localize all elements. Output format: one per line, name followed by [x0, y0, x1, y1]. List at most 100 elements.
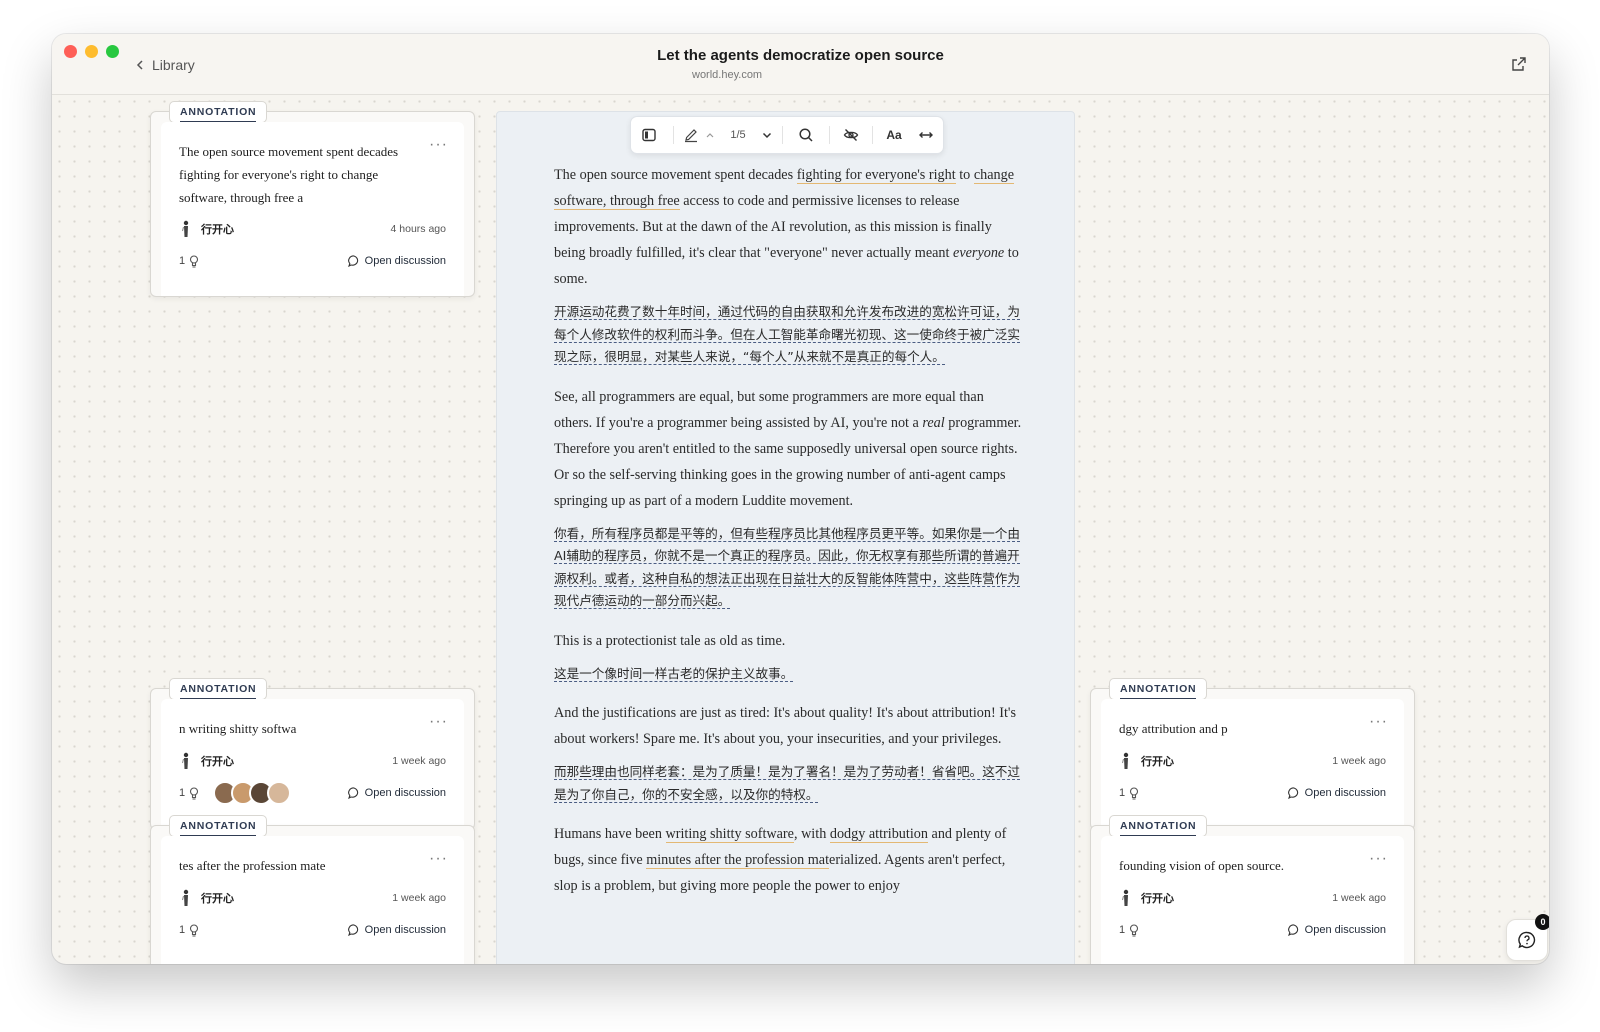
avatar: [1122, 889, 1129, 906]
annotation-card[interactable]: ANNOTATION founding vision of open sourc…: [1090, 815, 1415, 964]
article-paragraph: Humans have been writing shitty software…: [554, 821, 1024, 899]
lightbulb-icon[interactable]: [189, 254, 199, 268]
idea-count: 1: [179, 924, 186, 936]
lightbulb-icon[interactable]: [1129, 786, 1139, 800]
annotation-stats: 1 Open discussion: [179, 921, 446, 939]
translation-paragraph: 这是一个像时间一样古老的保护主义故事。: [554, 663, 1024, 686]
annotation-card[interactable]: ANNOTATION n writing shitty softwa ··· 行…: [150, 678, 475, 830]
idea-count: 1: [179, 255, 186, 267]
participant-avatars[interactable]: [213, 781, 292, 805]
open-discussion-button[interactable]: Open discussion: [347, 924, 446, 936]
help-button[interactable]: 0: [1506, 914, 1549, 961]
annotation-body: n writing shitty softwa ··· 行开心 1 week a…: [161, 699, 464, 829]
comment-icon: [347, 255, 358, 267]
highlighted-text[interactable]: minutes after the profession mat: [646, 852, 830, 869]
annotation-tab: ANNOTATION: [169, 815, 268, 837]
lightbulb-icon[interactable]: [189, 923, 199, 937]
emphasis-text: everyone: [953, 245, 1005, 261]
eye-off-icon: [843, 129, 859, 141]
more-icon[interactable]: ···: [1369, 713, 1388, 731]
text-run: , with: [793, 826, 830, 842]
text-run: See, all programmers are equal, but some…: [554, 388, 984, 431]
article-paragraph: This is a protectionist tale as old as t…: [554, 632, 786, 649]
idea-count: 1: [1119, 924, 1126, 936]
highlighted-text[interactable]: dodgy attribution: [829, 826, 928, 843]
annotation-user: 行开心: [1141, 756, 1174, 768]
annotation-card[interactable]: ANNOTATION tes after the profession mate…: [150, 815, 475, 964]
annotation-card[interactable]: ANNOTATION The open source movement spen…: [150, 101, 475, 297]
toolbar-divider: [673, 126, 674, 144]
comment-icon: [347, 924, 358, 936]
idea-count: 1: [1119, 787, 1126, 799]
reader-toolbar: 1/5 Aa: [630, 116, 944, 154]
annotation-stats: 1 Open discussion: [179, 252, 446, 270]
article-panel[interactable]: 1/5 Aa The open source movement spent de…: [496, 111, 1075, 964]
width-toggle-button[interactable]: [909, 117, 943, 153]
avatar: [182, 889, 189, 906]
hide-annotations-button[interactable]: [836, 117, 866, 153]
participant-avatar: [267, 781, 292, 805]
highlight-pen-button[interactable]: [680, 117, 702, 153]
annotation-meta: 行开心 1 week ago: [179, 889, 446, 907]
annotation-user: 行开心: [201, 893, 234, 905]
comment-icon: [347, 787, 358, 799]
annotation-tab: ANNOTATION: [169, 101, 268, 123]
open-discussion-button[interactable]: Open discussion: [347, 255, 446, 267]
annotation-time: 1 week ago: [392, 892, 446, 904]
open-discussion-label: Open discussion: [364, 255, 446, 267]
text-run: The open source movement spent decades: [554, 167, 797, 183]
highlighted-text[interactable]: fighting for everyone's right: [796, 167, 956, 184]
translation-text: 开源运动花费了数十年时间，通过代码的自由获取和允许发布改进的宽松许可证，为每个人…: [554, 304, 1020, 365]
chevron-down-icon: [762, 132, 772, 139]
annotation-user: 行开心: [201, 224, 234, 236]
highlighted-text[interactable]: writing shitty software: [665, 826, 794, 843]
titlebar: Library Let the agents democratize open …: [52, 34, 1549, 95]
annotation-card[interactable]: ANNOTATION dgy attribution and p ··· 行开心…: [1090, 678, 1415, 830]
annotation-meta: 行开心 1 week ago: [179, 752, 446, 770]
lightbulb-icon[interactable]: [189, 786, 199, 800]
annotation-body: tes after the profession mate ··· 行开心 1 …: [161, 836, 464, 964]
annotation-user: 行开心: [1141, 893, 1174, 905]
annotation-tab: ANNOTATION: [1109, 678, 1208, 700]
annotation-meta: 行开心 1 week ago: [1119, 752, 1386, 770]
previous-highlight-button[interactable]: [702, 117, 718, 153]
more-icon[interactable]: ···: [429, 136, 448, 154]
pen-icon: [685, 129, 697, 143]
sidebar-toggle-button[interactable]: [631, 117, 667, 153]
annotation-meta: 行开心 1 week ago: [1119, 889, 1386, 907]
more-icon[interactable]: ···: [1369, 850, 1388, 868]
idea-count: 1: [179, 787, 186, 799]
text-run: to: [955, 167, 974, 183]
annotation-time: 1 week ago: [1332, 892, 1386, 904]
annotation-quote: founding vision of open source.: [1119, 858, 1285, 873]
annotation-stats: 1 Open discussion: [1119, 784, 1386, 802]
search-icon: [799, 128, 813, 142]
annotation-tab: ANNOTATION: [169, 678, 268, 700]
external-link-icon[interactable]: [1511, 56, 1527, 72]
annotation-time: 1 week ago: [392, 755, 446, 767]
text-run: Humans have been: [554, 826, 666, 842]
font-settings-button[interactable]: Aa: [879, 117, 909, 153]
annotation-stats: 1 Open discussion: [179, 781, 446, 805]
annotation-quote: tes after the profession mate: [179, 858, 326, 873]
translation-text: 你看，所有程序员都是平等的，但有些程序员比其他程序员更平等。如果你是一个由AI辅…: [554, 525, 1020, 609]
translation-paragraph: 你看，所有程序员都是平等的，但有些程序员比其他程序员更平等。如果你是一个由AI辅…: [554, 523, 1024, 613]
article-paragraph: And the justifications are just as tired…: [554, 705, 1016, 747]
translation-text: 这是一个像时间一样古老的保护主义故事。: [554, 665, 794, 682]
lightbulb-icon[interactable]: [1129, 923, 1139, 937]
toolbar-divider: [829, 126, 830, 144]
next-highlight-button[interactable]: [758, 117, 776, 153]
more-icon[interactable]: ···: [429, 713, 448, 731]
search-button[interactable]: [789, 117, 823, 153]
annotation-body: founding vision of open source. ··· 行开心 …: [1101, 836, 1404, 964]
emphasis-text: real: [922, 414, 945, 431]
toolbar-divider: [782, 126, 783, 144]
open-discussion-label: Open discussion: [364, 787, 446, 799]
more-icon[interactable]: ···: [429, 850, 448, 868]
open-discussion-button[interactable]: Open discussion: [1287, 924, 1386, 936]
open-discussion-label: Open discussion: [364, 924, 446, 936]
comment-icon: [1287, 924, 1298, 936]
open-discussion-button[interactable]: Open discussion: [347, 787, 446, 799]
open-discussion-button[interactable]: Open discussion: [1287, 787, 1386, 799]
app-window: Library Let the agents democratize open …: [52, 34, 1549, 964]
